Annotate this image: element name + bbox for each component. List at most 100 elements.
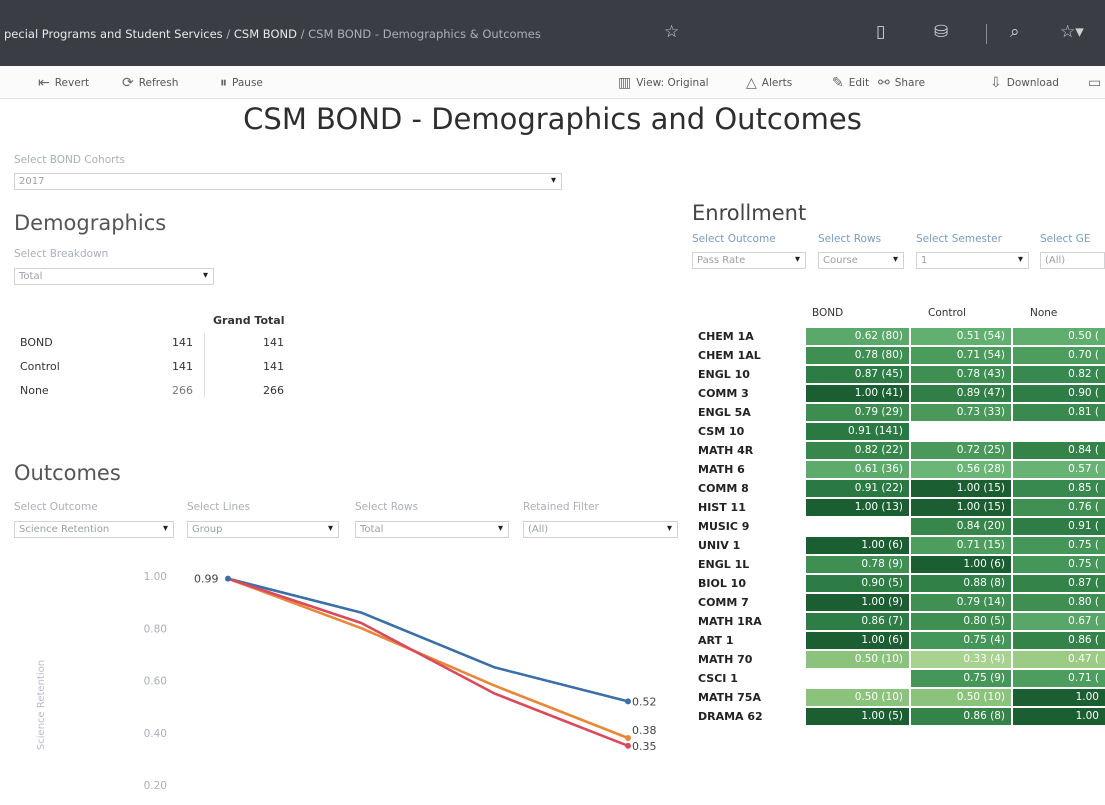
heatmap-cell[interactable]: 0.82 (22): [806, 442, 909, 459]
heatmap-cell[interactable]: 0.80 (5): [911, 613, 1011, 630]
heatmap-cell[interactable]: 0.81 (: [1013, 404, 1105, 421]
heatmap-cell[interactable]: 0.57 (: [1013, 461, 1105, 478]
heatmap-cell[interactable]: 0.50 (: [1013, 328, 1105, 345]
heatmap-cell[interactable]: 0.33 (4): [911, 651, 1011, 668]
heatmap-cell[interactable]: 0.88 (8): [911, 575, 1011, 592]
heatmap-cell[interactable]: 0.91 (22): [806, 480, 909, 497]
enroll-semester-select[interactable]: 1 ▾: [916, 252, 1029, 269]
heatmap-cell[interactable]: 0.86 (8): [911, 708, 1011, 725]
enroll-ge-select[interactable]: (All): [1040, 252, 1105, 269]
view-original-button[interactable]: ▥ View: Original: [618, 75, 709, 91]
heatmap-cell[interactable]: 0.82 (: [1013, 366, 1105, 383]
heatmap-cell[interactable]: [806, 670, 909, 687]
heatmap-cell[interactable]: 0.71 (54): [911, 347, 1011, 364]
heatmap-cell[interactable]: 0.67 (: [1013, 613, 1105, 630]
heatmap-cell[interactable]: 0.79 (29): [806, 404, 909, 421]
heatmap-cell[interactable]: 0.78 (9): [806, 556, 909, 573]
enroll-rows-select[interactable]: Course ▾: [818, 252, 904, 269]
heatmap-cell[interactable]: 0.71 (: [1013, 670, 1105, 687]
heatmap-cell[interactable]: 0.56 (28): [911, 461, 1011, 478]
refresh-label: Refresh: [138, 77, 179, 89]
search-icon[interactable]: ⌕: [1010, 22, 1020, 42]
heatmap-cell[interactable]: 1.00 (6): [806, 632, 909, 649]
comment-button[interactable]: ▭: [1088, 75, 1101, 91]
share-label: Share: [894, 77, 926, 89]
heatmap-cell[interactable]: 1.00 (6): [911, 556, 1011, 573]
heatmap-cell[interactable]: 0.73 (33): [911, 404, 1011, 421]
download-button[interactable]: ⇩ Download: [990, 75, 1059, 91]
heatmap-cell[interactable]: 0.86 (7): [806, 613, 909, 630]
heatmap-cell[interactable]: [1013, 423, 1105, 440]
cohort-select-value: 2017: [19, 176, 45, 187]
heatmap-cell[interactable]: [911, 423, 1011, 440]
heatmap-cell[interactable]: 1.00 (6): [806, 537, 909, 554]
heatmap-cell[interactable]: 0.86 (: [1013, 632, 1105, 649]
heatmap-cell[interactable]: 1.00 (13): [806, 499, 909, 516]
heatmap-cell[interactable]: 0.78 (80): [806, 347, 909, 364]
heatmap-cell[interactable]: 0.87 (45): [806, 366, 909, 383]
retained-select[interactable]: (All) ▾: [523, 521, 678, 538]
share-button[interactable]: ⚯ Share: [878, 75, 925, 91]
outcome-select[interactable]: Science Retention ▾: [14, 521, 174, 538]
enroll-rows-value: Course: [823, 255, 858, 266]
heatmap-cell[interactable]: 0.75 (: [1013, 556, 1105, 573]
heatmap-cell[interactable]: 0.90 (5): [806, 575, 909, 592]
copy-icon[interactable]: ▯: [876, 22, 885, 42]
heatmap-cell[interactable]: [806, 518, 909, 535]
heatmap-cell[interactable]: 0.61 (36): [806, 461, 909, 478]
heatmap-cell[interactable]: 0.89 (47): [911, 385, 1011, 402]
heatmap-cell[interactable]: 1.00 (41): [806, 385, 909, 402]
heatmap-cell[interactable]: 0.72 (25): [911, 442, 1011, 459]
heatmap-cell[interactable]: 0.71 (15): [911, 537, 1011, 554]
heatmap-cell[interactable]: 0.80 (: [1013, 594, 1105, 611]
start-data-label: 0.99: [194, 573, 219, 586]
alerts-button[interactable]: △ Alerts: [746, 75, 792, 91]
heatmap-cell[interactable]: 0.79 (14): [911, 594, 1011, 611]
heatmap-cell[interactable]: 0.84 (20): [911, 518, 1011, 535]
breadcrumb-item-csm-bond[interactable]: CSM BOND: [234, 27, 297, 41]
heatmap-cell[interactable]: 0.87 (: [1013, 575, 1105, 592]
heatmap-cell[interactable]: 1.00: [1013, 708, 1105, 725]
end-data-label: 0.38: [632, 724, 657, 737]
heatmap-cell[interactable]: 0.47 (: [1013, 651, 1105, 668]
science-retention-chart[interactable]: 1.00 0.80 0.60 0.40 0.20 Science Retention 0.9…: [0, 555, 690, 805]
revert-label: Revert: [54, 77, 90, 89]
cohort-select[interactable]: 2017 ▾: [14, 173, 562, 190]
enroll-outcome-select[interactable]: Pass Rate ▾: [692, 252, 806, 269]
heatmap-cell[interactable]: 1.00 (9): [806, 594, 909, 611]
heatmap-cell[interactable]: 1.00: [1013, 689, 1105, 706]
revert-button[interactable]: ⇤ Revert: [38, 75, 89, 91]
heatmap-cell[interactable]: 0.70 (: [1013, 347, 1105, 364]
edit-label: Edit: [848, 77, 870, 89]
heatmap-cell[interactable]: 0.75 (4): [911, 632, 1011, 649]
pause-button[interactable]: ⏸ Pause: [220, 75, 263, 91]
heatmap-cell[interactable]: 0.85 (: [1013, 480, 1105, 497]
heatmap-cell[interactable]: 0.90 (: [1013, 385, 1105, 402]
heatmap-cell[interactable]: 0.76 (: [1013, 499, 1105, 516]
breadcrumb-item-programs[interactable]: pecial Programs and Student Services: [4, 27, 223, 41]
heatmap-cell[interactable]: 1.00 (15): [911, 480, 1011, 497]
heatmap-cell[interactable]: 0.91 (141): [806, 423, 909, 440]
heatmap-cell[interactable]: 0.62 (80): [806, 328, 909, 345]
heatmap-cell[interactable]: 0.50 (10): [806, 689, 909, 706]
heatmap-cell[interactable]: 1.00 (15): [911, 499, 1011, 516]
heatmap-cell[interactable]: 0.75 (9): [911, 670, 1011, 687]
breakdown-select[interactable]: Total ▾: [14, 268, 214, 285]
lines-select[interactable]: Group ▾: [187, 521, 339, 538]
heatmap-cell[interactable]: 0.75 (: [1013, 537, 1105, 554]
heatmap-cell[interactable]: 0.51 (54): [911, 328, 1011, 345]
rows-select[interactable]: Total ▾: [355, 521, 509, 538]
heatmap-cell[interactable]: 0.91 (: [1013, 518, 1105, 535]
edit-button[interactable]: ✎ Edit: [832, 75, 869, 91]
heatmap-cell[interactable]: 1.00 (5): [806, 708, 909, 725]
heatmap-cell[interactable]: 0.84 (: [1013, 442, 1105, 459]
column-header-bond: BOND: [812, 307, 844, 319]
refresh-button[interactable]: ⟳ Refresh: [122, 75, 178, 91]
database-icon[interactable]: ⛁: [934, 22, 948, 42]
favorites-menu-icon[interactable]: ☆▾: [1060, 22, 1084, 42]
favorite-star-icon[interactable]: ☆: [664, 22, 679, 42]
heatmap-cell[interactable]: 0.50 (10): [911, 689, 1011, 706]
outcomes-title: Outcomes: [14, 461, 121, 485]
heatmap-cell[interactable]: 0.78 (43): [911, 366, 1011, 383]
heatmap-cell[interactable]: 0.50 (10): [806, 651, 909, 668]
